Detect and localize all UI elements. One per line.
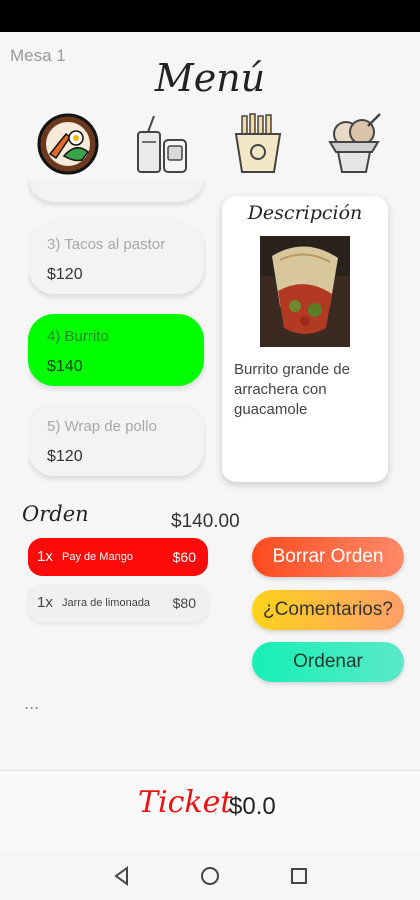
menu-item-name: 4) Burrito bbox=[47, 328, 109, 345]
order-item-name: Pay de Mango bbox=[62, 551, 133, 563]
platillos-category-icon[interactable] bbox=[36, 112, 100, 176]
menu-item-name: 5) Wrap de pollo bbox=[47, 418, 157, 435]
description-title: Descripción bbox=[247, 202, 363, 224]
menu-item-price: $120 bbox=[47, 266, 83, 283]
description-card: Descripción Burrito grande de arrachera … bbox=[222, 196, 388, 482]
burrito-photo bbox=[260, 236, 350, 347]
order-item[interactable]: 1x Jarra de limonada $80 bbox=[28, 584, 208, 622]
order-item-price: $60 bbox=[172, 549, 196, 565]
order-label: Orden bbox=[22, 502, 89, 526]
recents-icon[interactable] bbox=[287, 864, 311, 888]
order-total: $140.00 bbox=[171, 511, 240, 532]
order-item-qty: 1x bbox=[37, 594, 53, 611]
menu-item-burrito[interactable]: 4) Burrito $140 bbox=[28, 314, 204, 386]
menu-item-price: $120 bbox=[47, 448, 83, 465]
system-nav-bar bbox=[0, 850, 420, 900]
menu-item-tacos[interactable]: 3) Tacos al pastor $120 bbox=[28, 222, 204, 294]
ticket-footer: Ticket $0.0 bbox=[0, 770, 420, 851]
bebidas-category-icon[interactable] bbox=[130, 112, 194, 176]
ticket-total: $0.0 bbox=[229, 793, 276, 820]
home-icon[interactable] bbox=[198, 864, 222, 888]
order-item-name: Jarra de limonada bbox=[62, 597, 151, 609]
order-item-price: $80 bbox=[172, 595, 196, 611]
order-item[interactable]: 1x Pay de Mango $60 bbox=[28, 538, 208, 576]
back-icon[interactable] bbox=[110, 864, 134, 888]
status-bar bbox=[0, 0, 420, 32]
menu-item-wrap[interactable]: 5) Wrap de pollo $120 bbox=[28, 404, 204, 476]
description-text: Burrito grande de arrachera con guacamol… bbox=[234, 361, 350, 418]
menu-item-list[interactable]: 3) Tacos al pastor $120 4) Burrito $140 … bbox=[28, 180, 206, 490]
menu-item-partial[interactable] bbox=[28, 180, 204, 202]
comments-button[interactable]: ¿Comentarios? bbox=[252, 590, 404, 630]
snacks-category-icon[interactable] bbox=[226, 112, 290, 176]
menu-item-price: $140 bbox=[47, 358, 83, 375]
order-button[interactable]: Ordenar bbox=[252, 642, 404, 682]
order-item-qty: 1x bbox=[37, 548, 53, 565]
page-title: Menú bbox=[154, 56, 266, 100]
order-ellipsis: ... bbox=[24, 694, 40, 713]
postres-category-icon[interactable] bbox=[322, 112, 386, 176]
ticket-label[interactable]: Ticket bbox=[138, 785, 232, 820]
menu-item-name: 3) Tacos al pastor bbox=[47, 236, 166, 253]
clear-order-button[interactable]: Borrar Orden bbox=[252, 537, 404, 577]
